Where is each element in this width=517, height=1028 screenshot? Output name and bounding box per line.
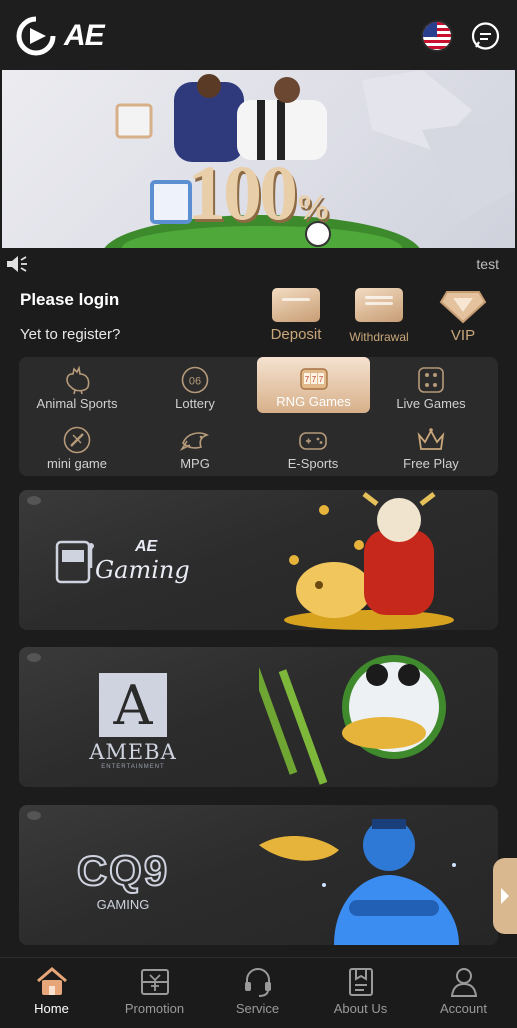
slot-machine-icon: 7 7 7	[299, 368, 328, 390]
svg-text:7: 7	[311, 375, 316, 384]
category-live-games[interactable]: Live Games	[373, 359, 489, 415]
svg-text:7: 7	[318, 375, 323, 384]
banner-headline: 100%	[187, 148, 331, 238]
headset-icon	[244, 968, 271, 997]
category-rng-games[interactable]: 7 7 7 RNG Games	[257, 357, 370, 413]
withdrawal-label: Withdrawal	[349, 330, 409, 344]
card-dot	[27, 653, 41, 662]
category-mpg[interactable]: MPG	[137, 419, 253, 475]
vip-diamond-icon	[439, 291, 487, 324]
category-label: E-Sports	[287, 456, 339, 471]
category-e-sports[interactable]: E-Sports	[255, 419, 371, 475]
game-category-panel: Animal Sports 06 Lottery 7 7 7 RNG Games…	[19, 357, 498, 476]
category-label: RNG Games	[276, 394, 351, 409]
deposit-button[interactable]: Deposit	[264, 288, 328, 343]
fish-icon	[179, 432, 210, 451]
gamepad-icon	[299, 432, 327, 450]
slot-machine-logo-icon	[55, 540, 94, 584]
banner-headline-number: 100	[187, 149, 298, 236]
nav-about-us[interactable]: About Us	[309, 958, 412, 1028]
app-logo[interactable]: AE	[16, 14, 116, 58]
ae-gaming-artwork	[284, 492, 454, 630]
svg-text:7: 7	[304, 375, 309, 384]
ameba-logo: A AMEBA ENTERTAINMENT	[88, 673, 178, 770]
nav-promotion[interactable]: Promotion	[103, 958, 206, 1028]
bottom-navigation: Home Promotion Service About Us Account	[0, 957, 517, 1028]
card-dot	[27, 811, 41, 820]
provider-card-ameba[interactable]: A AMEBA ENTERTAINMENT	[19, 647, 498, 787]
login-link[interactable]: Please login	[20, 290, 119, 310]
about-us-icon	[348, 968, 373, 996]
bank-card-icon	[355, 288, 403, 322]
us-flag-icon	[423, 22, 451, 50]
category-label: Animal Sports	[36, 396, 118, 411]
rooster-icon	[66, 365, 90, 395]
ae-gaming-logo-prefix: AE	[135, 538, 158, 555]
notice-text: test	[476, 256, 499, 272]
banner-headline-percent: %	[295, 187, 331, 227]
nav-account[interactable]: Account	[412, 958, 515, 1028]
cq9-logo: CQ9 GAMING	[65, 846, 181, 912]
ameba-logo-text: AMEBA	[89, 740, 177, 764]
chevron-right-icon	[501, 888, 509, 904]
provider-card-ae-gaming[interactable]: AE Gaming	[19, 490, 498, 630]
ameba-logo-letter: A	[113, 673, 153, 737]
ameba-panda-artwork	[259, 655, 446, 785]
vip-button[interactable]: VIP	[435, 288, 491, 344]
nav-label: Home	[34, 1001, 69, 1016]
nav-home[interactable]: Home	[0, 958, 103, 1028]
dice-icon	[418, 367, 444, 393]
home-icon	[36, 967, 67, 995]
category-label: MPG	[180, 456, 210, 471]
mini-game-icon	[63, 426, 91, 454]
ae-gaming-logo: AE Gaming	[95, 538, 190, 584]
register-link[interactable]: Yet to register?	[20, 326, 120, 343]
category-free-play[interactable]: Free Play	[373, 419, 489, 475]
svg-text:06: 06	[189, 376, 201, 388]
crown-icon	[417, 428, 445, 450]
category-mini-game[interactable]: mini game	[19, 419, 135, 475]
category-label: Live Games	[396, 396, 466, 411]
ameba-logo-mark: A	[99, 673, 167, 737]
category-animal-sports[interactable]: Animal Sports	[19, 359, 135, 415]
deposit-label: Deposit	[270, 326, 322, 343]
nav-label: Service	[235, 1001, 280, 1016]
ameba-logo-subtext: ENTERTAINMENT	[101, 764, 165, 770]
vip-label: VIP	[450, 327, 476, 344]
side-drawer-handle[interactable]	[493, 858, 517, 934]
promo-banner[interactable]: 100%	[2, 70, 515, 248]
ae-gaming-logo-text: Gaming	[95, 556, 190, 584]
provider-card-cq9[interactable]: CQ9 GAMING	[19, 805, 498, 945]
nav-label: Account	[440, 1001, 487, 1016]
wallet-card-icon	[272, 288, 320, 322]
language-flag-button[interactable]	[421, 20, 453, 52]
cq9-logo-text: CQ9	[76, 846, 170, 895]
nav-service[interactable]: Service	[206, 958, 309, 1028]
promotion-icon	[140, 969, 169, 995]
category-label: Lottery	[175, 396, 215, 411]
ae-logo-icon	[16, 16, 56, 56]
cq9-logo-subtext: GAMING	[96, 897, 150, 912]
category-label: mini game	[47, 456, 107, 471]
logo-text: AE	[64, 19, 105, 52]
nav-label: Promotion	[124, 1001, 185, 1016]
category-lottery[interactable]: 06 Lottery	[137, 359, 253, 415]
lottery-ball-icon: 06	[181, 366, 209, 394]
speaker-icon[interactable]	[6, 254, 30, 274]
card-dot	[27, 496, 41, 505]
top-bar: AE	[0, 0, 517, 70]
withdrawal-button[interactable]: Withdrawal	[344, 288, 414, 344]
user-icon	[450, 968, 477, 997]
nav-label: About Us	[333, 1001, 388, 1016]
notice-bar: test	[0, 250, 517, 278]
chat-bubble-icon[interactable]	[470, 21, 501, 52]
cq9-genie-artwork	[259, 819, 459, 945]
category-label: Free Play	[403, 456, 459, 471]
